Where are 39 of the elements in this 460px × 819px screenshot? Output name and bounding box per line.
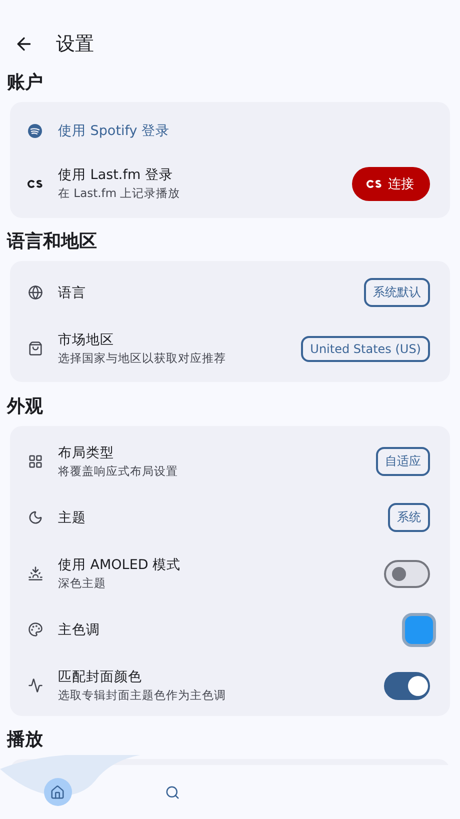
color-swatch[interactable]	[402, 612, 436, 647]
home-icon	[50, 784, 65, 800]
setting-title: 市场地区	[58, 331, 115, 350]
setting-description: 选取专辑封面主题色作为主色调	[58, 688, 227, 704]
setting-title[interactable]: 使用 Spotify 登录	[58, 122, 430, 140]
lastfm-icon	[366, 178, 382, 189]
setting-icon	[28, 510, 42, 526]
setting-description: 选择国家与地区以获取对应推荐	[58, 351, 227, 366]
setting-title: 布局类型	[58, 444, 115, 462]
setting-title: 使用 Last.fm 登录	[58, 166, 174, 184]
setting-icon	[28, 341, 42, 356]
setting-title: 语言	[58, 284, 87, 302]
setting-icon	[28, 566, 42, 582]
setting-title: 匹配封面颜色	[58, 668, 143, 686]
setting-icon	[28, 285, 42, 300]
setting-description: 深色主题	[58, 576, 107, 592]
search-icon	[165, 784, 180, 800]
section-title: 播放	[6, 728, 44, 752]
connect-button[interactable]: 连接	[352, 166, 430, 201]
section-title: 外观	[6, 395, 44, 420]
setting-title: 使用 AMOLED 模式	[58, 556, 182, 574]
toggle-switch[interactable]	[384, 672, 430, 700]
setting-icon	[28, 678, 42, 694]
spotify-icon	[27, 122, 43, 139]
value-chip[interactable]: United States (US)	[301, 336, 430, 362]
lastfm-icon	[27, 178, 43, 189]
section-title: 语言和地区	[6, 230, 98, 254]
setting-description: 将覆盖响应式布局设置	[58, 464, 179, 480]
value-chip[interactable]: 自适应	[376, 447, 430, 476]
value-chip[interactable]: 系统默认	[364, 278, 430, 308]
page-title: 设置	[56, 32, 94, 58]
setting-title: 主色调	[58, 620, 101, 639]
setting-icon	[28, 454, 42, 470]
setting-icon	[28, 622, 42, 638]
toggle-switch[interactable]	[384, 560, 430, 588]
section-title: 账户	[6, 71, 44, 96]
setting-description: 在 Last.fm 上记录播放	[58, 186, 182, 202]
value-chip[interactable]: 系统	[388, 503, 430, 532]
setting-title: 主题	[58, 508, 87, 527]
